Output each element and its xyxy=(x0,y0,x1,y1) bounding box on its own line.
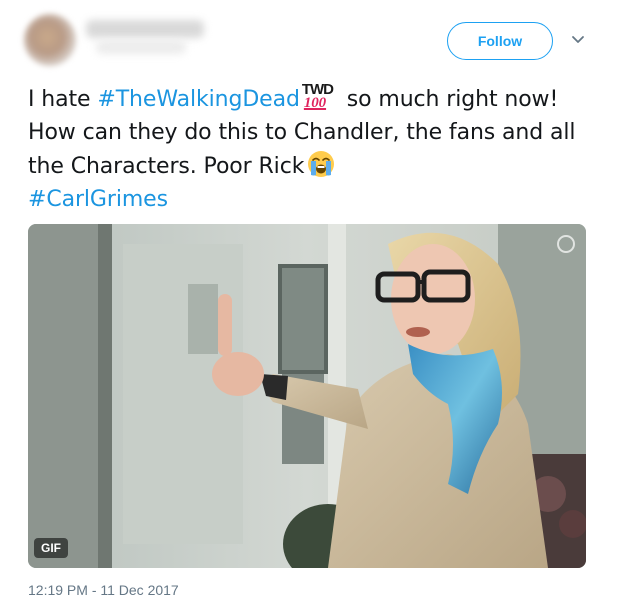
tweet-timestamp[interactable]: 12:19 PM - 11 Dec 2017 xyxy=(28,582,179,598)
hashtag-link[interactable]: #TheWalkingDead xyxy=(97,87,300,112)
tweet-text: I hate #TheWalkingDead TWD 100 so much rig… xyxy=(28,82,598,216)
hashtag-link[interactable]: #CarlGrimes xyxy=(28,187,168,212)
display-name-redacted[interactable] xyxy=(86,20,204,38)
chevron-down-icon[interactable] xyxy=(568,30,588,50)
tweet-media-gif[interactable] xyxy=(28,224,586,568)
tweet-text-segment: I hate xyxy=(28,87,98,112)
twd-emoji-bottom: 100 xyxy=(303,95,327,111)
gif-badge: GIF xyxy=(34,538,68,558)
loudly-crying-face-icon xyxy=(306,149,336,179)
twd-100-icon: TWD 100 xyxy=(300,82,336,112)
tweet-card: Follow I hate #TheWalkingDead TWD 100 so m… xyxy=(0,0,618,610)
gif-frame-image xyxy=(28,224,586,568)
username-redacted[interactable] xyxy=(96,40,186,54)
follow-button[interactable]: Follow xyxy=(447,22,553,60)
tweet-header: Follow xyxy=(0,0,618,80)
avatar[interactable] xyxy=(24,14,76,66)
